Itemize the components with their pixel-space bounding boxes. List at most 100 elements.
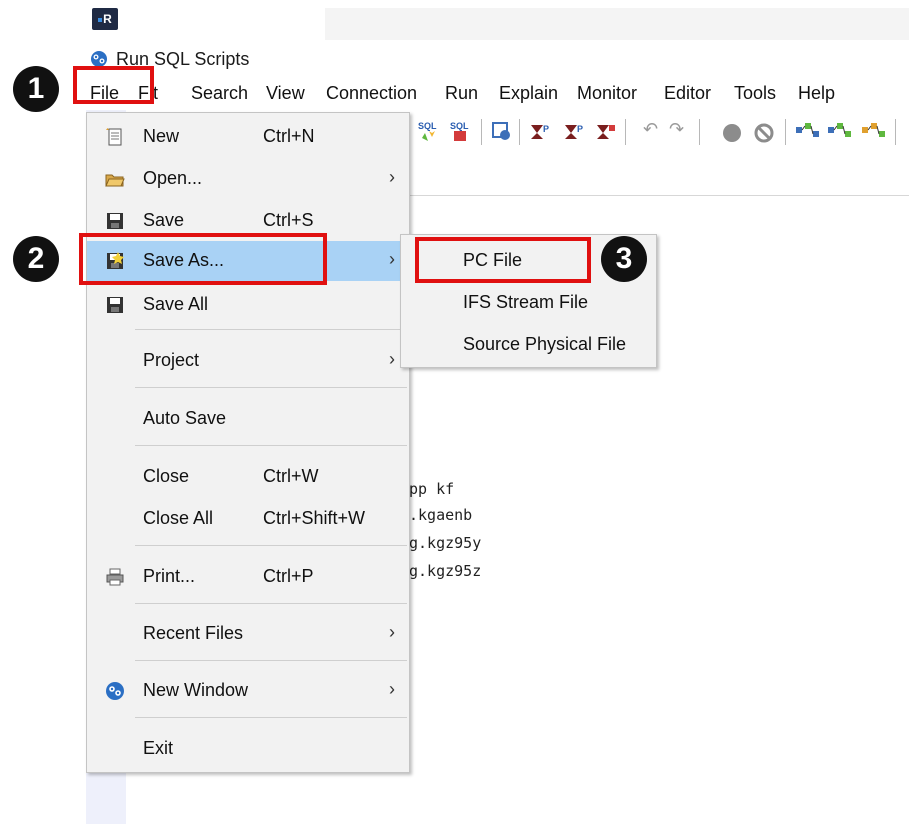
menu-item-recent-files[interactable]: Recent Files › [87, 616, 409, 652]
monitor-start-icon[interactable] [795, 121, 821, 143]
submenu-item-source-physical-file[interactable]: Source Physical File [401, 325, 656, 365]
svg-text:P: P [543, 124, 549, 134]
menu-item-print[interactable]: Print... Ctrl+P [87, 559, 409, 595]
menu-item-shortcut: Ctrl+W [263, 466, 319, 486]
callout-box-file-menu [73, 66, 154, 104]
menu-separator [135, 445, 407, 446]
submenu-item-label: IFS Stream File [463, 292, 589, 312]
new-window-icon [106, 682, 124, 700]
toolbar-separator [699, 119, 700, 145]
menu-item-shortcut: Ctrl+S [263, 210, 314, 230]
submenu-arrow-icon: › [389, 622, 395, 642]
menu-connection[interactable]: Connection [326, 83, 417, 104]
menu-explain[interactable]: Explain [499, 83, 558, 104]
callout-box-save-as [79, 233, 327, 285]
submenu-arrow-icon: › [389, 349, 395, 369]
menu-help[interactable]: Help [798, 83, 835, 104]
toolbar-divider [409, 195, 909, 196]
menu-separator [135, 387, 407, 388]
new-file-icon [106, 128, 122, 146]
run-sql-icon[interactable]: SQL [417, 119, 441, 143]
svg-text:SQL: SQL [450, 121, 469, 131]
menu-item-label: Auto Save [143, 408, 227, 428]
menu-view[interactable]: View [266, 83, 305, 104]
save-icon [107, 213, 123, 229]
step-badge-2: 2 [13, 236, 59, 282]
menu-item-label: Recent Files [143, 623, 244, 643]
window-top-area [120, 0, 325, 42]
submenu-arrow-icon: › [389, 679, 395, 699]
redo-icon[interactable]: ↷ [669, 119, 684, 140]
app-badge: R [92, 8, 118, 30]
toolbar-separator [481, 119, 482, 145]
submenu-item-ifs-stream-file[interactable]: IFS Stream File [401, 283, 656, 323]
toolbar-separator [625, 119, 626, 145]
printer-icon [106, 568, 124, 586]
file-menu-dropdown: New Ctrl+N Open... › Save Ctrl+S Save As… [86, 112, 410, 773]
menu-separator [135, 603, 407, 604]
stop-sql-icon[interactable]: SQL [449, 119, 473, 143]
editor-line: g.kgz95z [409, 562, 482, 580]
menu-separator [135, 329, 407, 330]
menu-item-label: New [143, 126, 180, 146]
window-top-strip [325, 8, 909, 40]
menu-item-label: Print... [143, 566, 196, 586]
submenu-arrow-icon: › [389, 249, 395, 269]
window-title-bar: Run SQL Scripts [86, 46, 909, 74]
undo-icon[interactable]: ↶ [643, 119, 658, 140]
svg-text:SQL: SQL [418, 121, 437, 131]
menu-item-new[interactable]: New Ctrl+N [87, 119, 409, 155]
editor-line: g.kgz95y [409, 534, 482, 552]
menu-run[interactable]: Run [445, 83, 478, 104]
menu-separator [135, 660, 407, 661]
menu-monitor[interactable]: Monitor [577, 83, 637, 104]
monitor-stop-icon[interactable] [861, 121, 887, 143]
menu-item-shortcut: Ctrl+N [263, 126, 315, 146]
menu-separator [135, 717, 407, 718]
menu-item-label: Close All [143, 508, 214, 528]
svg-text:P: P [577, 124, 583, 134]
open-folder-icon [105, 174, 125, 187]
record-icon[interactable] [721, 122, 743, 144]
menu-item-auto-save[interactable]: Auto Save [87, 401, 409, 437]
save-all-icon [107, 297, 123, 313]
toolbar: SQL SQL P P ↶ ↷ [409, 113, 909, 153]
run-options-icon[interactable] [491, 121, 513, 143]
menu-item-close-all[interactable]: Close All Ctrl+Shift+W [87, 501, 409, 537]
monitor-pause-icon[interactable] [827, 121, 853, 143]
menu-bar: File Fit Search View Connection Run Expl… [86, 78, 909, 110]
step-badge-1: 1 [13, 66, 59, 112]
menu-item-new-window[interactable]: New Window › [87, 673, 409, 709]
toolbar-separator [785, 119, 786, 145]
toolbar-separator [895, 119, 896, 145]
menu-item-label: Save All [143, 294, 209, 314]
menu-item-save-all[interactable]: Save All [87, 287, 409, 323]
editor-line: .kgaenb [409, 506, 473, 524]
submenu-arrow-icon: › [389, 167, 395, 187]
menu-item-shortcut: Ctrl+P [263, 566, 314, 586]
app-badge-text: R [103, 12, 112, 26]
menu-item-label: Exit [143, 738, 174, 758]
cancel-icon[interactable] [753, 122, 775, 144]
menu-item-exit[interactable]: Exit [87, 731, 409, 767]
menu-item-open[interactable]: Open... › [87, 161, 409, 197]
submenu-item-label: Source Physical File [463, 334, 627, 354]
menu-item-label: Open... [143, 168, 203, 188]
menu-item-shortcut: Ctrl+Shift+W [263, 508, 366, 528]
menu-item-label: Project [143, 350, 200, 370]
menu-separator [135, 545, 407, 546]
explain-icon[interactable]: P [529, 121, 553, 143]
callout-box-pc-file [415, 237, 591, 283]
menu-item-label: Close [143, 466, 190, 486]
menu-item-project[interactable]: Project › [87, 343, 409, 379]
menu-item-close[interactable]: Close Ctrl+W [87, 459, 409, 495]
menu-editor[interactable]: Editor [664, 83, 711, 104]
menu-tools[interactable]: Tools [734, 83, 776, 104]
menu-item-label: New Window [143, 680, 249, 700]
step-badge-3: 3 [601, 236, 647, 282]
toolbar-separator [519, 119, 520, 145]
menu-search[interactable]: Search [191, 83, 248, 104]
editor-line: pp kf [409, 480, 455, 498]
visual-explain-icon[interactable] [595, 121, 617, 143]
explain-run-icon[interactable]: P [563, 121, 587, 143]
